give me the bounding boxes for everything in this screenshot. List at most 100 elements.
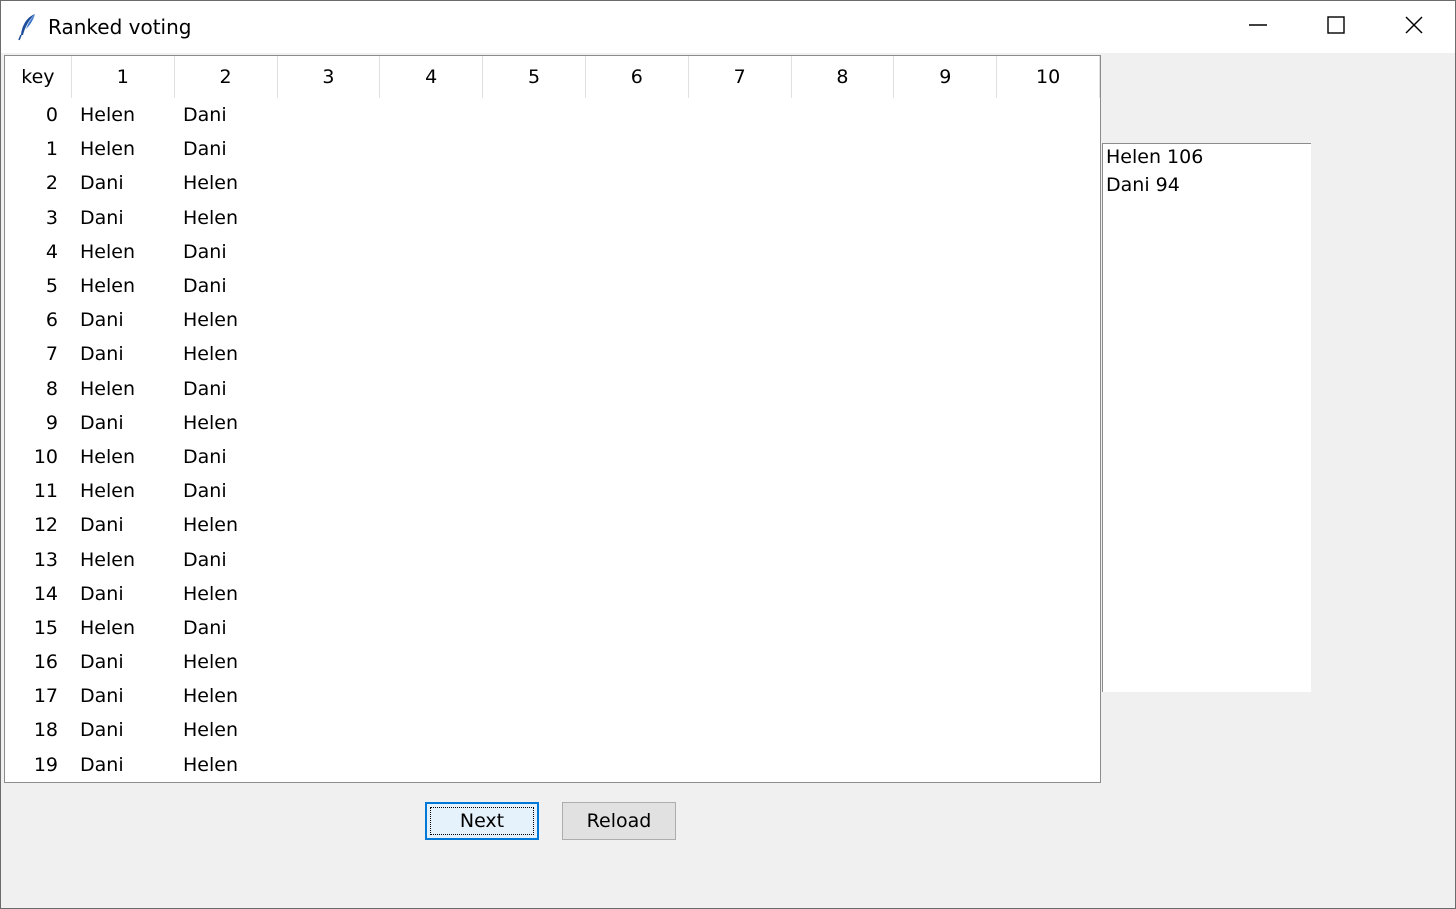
app-window: Ranked voting key 1 2 3 4 5 6 7 8 9 10 0 Helen Dani 1…: [0, 0, 1456, 909]
candidate-cell: Dani: [80, 753, 124, 776]
result-line[interactable]: Helen 106: [1106, 146, 1203, 168]
row-key-cell: 10: [33, 445, 58, 468]
row-key-cell: 15: [33, 616, 58, 639]
table-row[interactable]: 6 Dani Helen: [5, 303, 1100, 337]
ballot-table[interactable]: key 1 2 3 4 5 6 7 8 9 10 0 Helen Dani 1 Helen Dani 2 Dani…: [4, 55, 1101, 783]
candidate-cell: Helen: [183, 582, 238, 605]
row-key-cell: 1: [45, 138, 58, 161]
table-row[interactable]: 12 Dani Helen: [5, 508, 1100, 542]
column-header-rank[interactable]: 3: [278, 56, 381, 98]
result-line[interactable]: Dani 94: [1106, 174, 1180, 196]
results-listbox[interactable]: Helen 106 Dani 94: [1102, 143, 1311, 692]
maximize-button[interactable]: [1297, 1, 1375, 53]
reload-button-label: Reload: [586, 810, 652, 832]
candidate-cell: Dani: [80, 343, 124, 366]
candidate-cell: Dani: [183, 104, 227, 127]
candidate-cell: Helen: [80, 275, 135, 298]
table-row[interactable]: 5 Helen Dani: [5, 269, 1100, 303]
next-button[interactable]: Next: [425, 802, 539, 840]
row-key-cell: 5: [45, 275, 58, 298]
column-header-rank[interactable]: 7: [689, 56, 792, 98]
candidate-cell: Dani: [80, 172, 124, 195]
candidate-cell: Helen: [80, 240, 135, 263]
table-row[interactable]: 16 Dani Helen: [5, 645, 1100, 679]
candidate-cell: Helen: [183, 685, 238, 708]
candidate-cell: Dani: [183, 445, 227, 468]
table-row[interactable]: 8 Helen Dani: [5, 372, 1100, 406]
candidate-cell: Helen: [80, 377, 135, 400]
table-row[interactable]: 7 Dani Helen: [5, 337, 1100, 371]
candidate-cell: Helen: [80, 104, 135, 127]
candidate-cell: Helen: [183, 343, 238, 366]
candidate-cell: Helen: [183, 514, 238, 537]
candidate-cell: Dani: [80, 411, 124, 434]
table-row[interactable]: 15 Helen Dani: [5, 611, 1100, 645]
table-row[interactable]: 17 Dani Helen: [5, 679, 1100, 713]
column-header-key[interactable]: key: [5, 56, 72, 98]
row-key-cell: 14: [33, 582, 58, 605]
table-row[interactable]: 19 Dani Helen: [5, 748, 1100, 782]
window-title: Ranked voting: [48, 15, 192, 39]
column-header-rank[interactable]: 9: [894, 56, 998, 98]
table-row[interactable]: 11 Helen Dani: [5, 474, 1100, 508]
row-key-cell: 12: [33, 514, 58, 537]
column-header-rank[interactable]: 4: [380, 56, 484, 98]
row-key-cell: 2: [45, 172, 58, 195]
column-header-rank[interactable]: 1: [72, 56, 175, 98]
table-row[interactable]: 4 Helen Dani: [5, 235, 1100, 269]
row-key-cell: 7: [45, 343, 58, 366]
candidate-cell: Dani: [80, 651, 124, 674]
table-row[interactable]: 14 Dani Helen: [5, 577, 1100, 611]
table-row[interactable]: 2 Dani Helen: [5, 166, 1100, 200]
candidate-cell: Helen: [183, 172, 238, 195]
candidate-cell: Helen: [183, 411, 238, 434]
row-key-cell: 13: [33, 548, 58, 571]
candidate-cell: Helen: [183, 753, 238, 776]
table-row[interactable]: 3 Dani Helen: [5, 201, 1100, 235]
close-icon: [1405, 16, 1423, 38]
row-key-cell: 3: [45, 206, 58, 229]
focus-ring: [430, 807, 534, 835]
row-key-cell: 6: [45, 309, 58, 332]
feather-icon: [17, 13, 39, 41]
table-row[interactable]: 9 Dani Helen: [5, 406, 1100, 440]
candidate-cell: Dani: [183, 138, 227, 161]
close-button[interactable]: [1375, 1, 1453, 53]
row-key-cell: 16: [33, 651, 58, 674]
maximize-icon: [1327, 16, 1345, 38]
candidate-cell: Helen: [183, 206, 238, 229]
candidate-cell: Helen: [80, 548, 135, 571]
table-row[interactable]: 18 Dani Helen: [5, 713, 1100, 747]
candidate-cell: Dani: [80, 309, 124, 332]
candidate-cell: Dani: [80, 685, 124, 708]
candidate-cell: Dani: [183, 616, 227, 639]
candidate-cell: Helen: [80, 138, 135, 161]
column-header-rank[interactable]: 8: [792, 56, 895, 98]
column-header-rank[interactable]: 5: [483, 56, 586, 98]
row-key-cell: 18: [33, 719, 58, 742]
row-key-cell: 9: [45, 411, 58, 434]
candidate-cell: Dani: [183, 240, 227, 263]
reload-button[interactable]: Reload: [562, 802, 676, 840]
candidate-cell: Dani: [183, 377, 227, 400]
table-header: key 1 2 3 4 5 6 7 8 9 10: [5, 56, 1100, 98]
table-row[interactable]: 1 Helen Dani: [5, 132, 1100, 166]
table-row[interactable]: 0 Helen Dani: [5, 98, 1100, 132]
title-bar[interactable]: Ranked voting: [1, 1, 1455, 53]
candidate-cell: Dani: [183, 275, 227, 298]
row-key-cell: 11: [33, 480, 58, 503]
row-key-cell: 8: [45, 377, 58, 400]
candidate-cell: Helen: [183, 719, 238, 742]
column-header-rank[interactable]: 6: [586, 56, 689, 98]
minimize-button[interactable]: [1219, 1, 1297, 53]
column-header-rank[interactable]: 10: [997, 56, 1100, 98]
row-key-cell: 0: [45, 104, 58, 127]
candidate-cell: Dani: [183, 480, 227, 503]
candidate-cell: Helen: [80, 445, 135, 468]
candidate-cell: Dani: [80, 514, 124, 537]
column-header-rank[interactable]: 2: [175, 56, 278, 98]
candidate-cell: Dani: [80, 206, 124, 229]
table-row[interactable]: 13 Helen Dani: [5, 542, 1100, 576]
candidate-cell: Dani: [80, 582, 124, 605]
table-row[interactable]: 10 Helen Dani: [5, 440, 1100, 474]
